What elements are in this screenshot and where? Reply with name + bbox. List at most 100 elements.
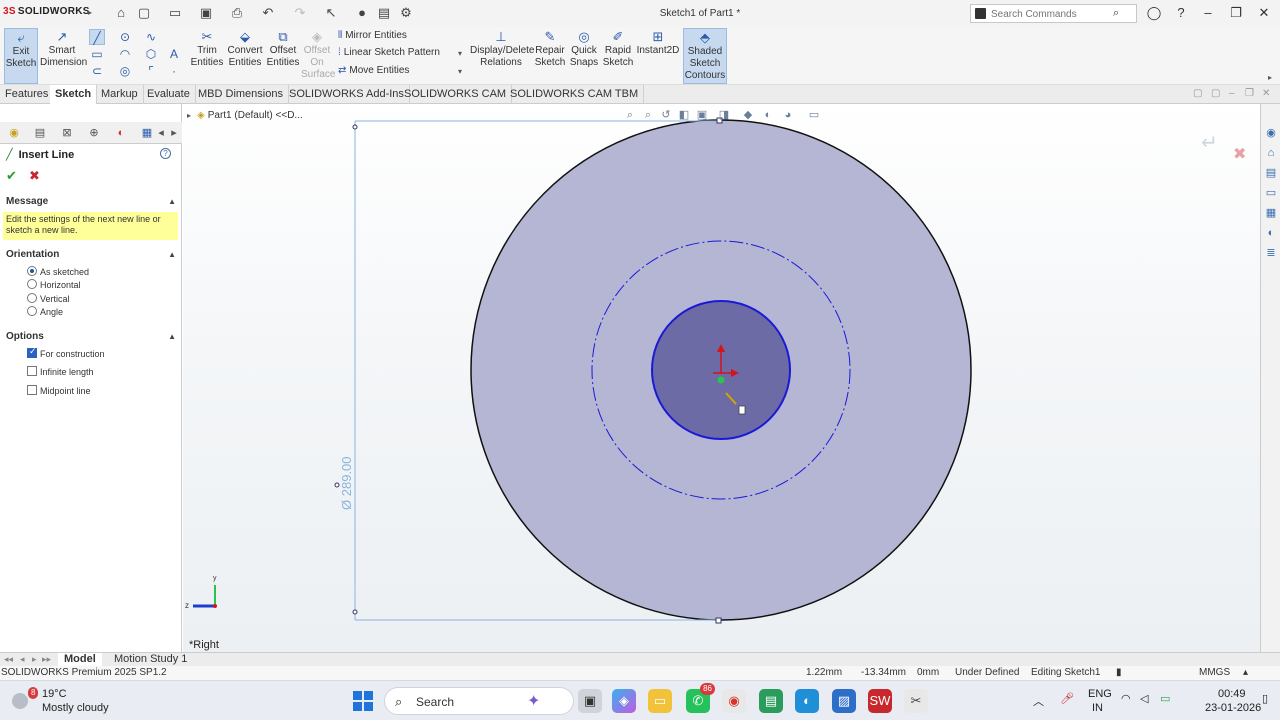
collapse-caret-icon[interactable]: ▲ (168, 247, 176, 263)
notifications-icon[interactable]: ▯ (1262, 692, 1268, 705)
configuration-manager-icon[interactable]: ⊠ (59, 125, 75, 141)
radio-angle[interactable]: Angle (27, 306, 63, 317)
search-commands-box[interactable]: ⌕ (970, 4, 1137, 23)
collapse-caret-icon[interactable]: ▲ (168, 329, 176, 345)
expand-arrow-icon[interactable]: ▸ (187, 111, 191, 120)
weather-icon[interactable]: 8 (8, 687, 39, 711)
message-group-header[interactable]: Message ▲ (0, 194, 182, 210)
user-account-icon[interactable]: ◯ (1146, 5, 1162, 21)
ellipse-tool-icon[interactable]: ◎ (117, 63, 133, 79)
instant2d-button[interactable]: ⊞ Instant2D (636, 28, 680, 84)
prev-tab-icon[interactable]: ◂ (20, 654, 25, 665)
previous-view-icon[interactable]: ↺ (659, 108, 673, 122)
check-infinite-length[interactable]: Infinite length (27, 366, 94, 377)
property-manager-icon[interactable]: ▤ (32, 125, 48, 141)
section-view-icon[interactable]: ◧ (677, 108, 691, 122)
redo-icon[interactable]: ↷ (292, 5, 308, 21)
photos-icon[interactable]: ▨ (832, 689, 856, 713)
design-library-icon[interactable]: ▤ (1264, 166, 1278, 180)
quadrant-marker-bottom[interactable] (715, 617, 722, 624)
file-explorer-icon[interactable]: ▭ (648, 689, 672, 713)
battery-icon[interactable]: ▭ (1160, 692, 1170, 705)
tab-solidworks-addins[interactable]: SOLIDWORKS Add-Ins (284, 85, 410, 104)
offset-entities-button[interactable]: ⧉ Offset Entities (266, 28, 300, 84)
file-explorer-icon[interactable]: ▭ (1264, 186, 1278, 200)
tab-motion-study-1[interactable]: Motion Study 1 (108, 653, 193, 667)
origin-point[interactable] (717, 376, 725, 384)
tray-overflow-icon[interactable]: ︿ (1033, 693, 1044, 709)
radio-dot[interactable] (27, 266, 37, 276)
linear-sketch-pattern-button[interactable]: ⁞ Linear Sketch Pattern (338, 47, 440, 58)
checkbox[interactable] (27, 366, 37, 376)
quick-snaps-button[interactable]: ◎ Quick Snaps (568, 28, 600, 84)
dimxpert-icon[interactable]: ⊕ (86, 125, 102, 141)
chrome-icon[interactable]: ◉ (722, 689, 746, 713)
smart-dimension-button[interactable]: ↗ Smart Dimension (40, 28, 87, 84)
doc-close-icon[interactable]: ✕ (1262, 88, 1270, 99)
zoom-area-icon[interactable]: ⌕ (641, 108, 655, 122)
slot-tool-icon[interactable]: ⊂ (89, 63, 105, 79)
confirmation-corner-accept-icon[interactable]: ↵ (1201, 130, 1218, 155)
radio-dot[interactable] (27, 279, 37, 289)
custom-properties-icon[interactable]: ≣ (1264, 246, 1278, 260)
wifi-icon[interactable]: ◠ (1121, 692, 1131, 705)
point-tool-icon[interactable]: · (166, 63, 182, 79)
feature-tree-flyout[interactable]: ▸ ◈ Part1 (Default) <<D... (187, 110, 303, 121)
doc-tile-icon[interactable]: ▢ (1193, 88, 1202, 99)
repair-sketch-button[interactable]: ✎ Repair Sketch (534, 28, 566, 84)
radio-vertical[interactable]: Vertical (27, 293, 70, 304)
tab-model[interactable]: Model (58, 653, 102, 667)
whatsapp-icon[interactable]: ✆ 86 (686, 683, 715, 713)
zoom-to-fit-icon[interactable]: ⌕ (623, 108, 637, 122)
pycharm-icon[interactable]: ▤ (759, 689, 783, 713)
print-icon[interactable]: ⎙ (229, 5, 245, 21)
pattern-dropdown-icon[interactable]: ▾ (458, 49, 462, 58)
radio-as-sketched[interactable]: As sketched (27, 266, 89, 277)
snipping-tool-icon[interactable]: ✂ (904, 689, 928, 713)
rapid-sketch-button[interactable]: ✐ Rapid Sketch (602, 28, 634, 84)
view-settings-icon[interactable]: ▭ (807, 108, 821, 122)
check-midpoint-line[interactable]: Midpoint line (27, 385, 91, 396)
first-tab-icon[interactable]: ◂◂ (4, 654, 13, 665)
copilot-icon[interactable]: ◈ (612, 689, 636, 713)
offset-on-surface-button[interactable]: ◈ Offset On Surface (301, 28, 335, 84)
help-icon[interactable]: ? (160, 148, 171, 159)
tabs-right-arrow-icon[interactable]: ▸ (166, 125, 182, 141)
solidworks-taskbar-icon[interactable]: SW (868, 689, 892, 713)
text-tool-icon[interactable]: A (166, 46, 182, 62)
task-view-icon[interactable]: ▣ (578, 689, 602, 713)
tab-solidworks-cam[interactable]: SOLIDWORKS CAM (399, 85, 513, 104)
weather-description[interactable]: Mostly cloudy (42, 702, 109, 714)
polygon-tool-icon[interactable]: ⬡ (143, 46, 159, 62)
confirmation-corner-cancel-icon[interactable]: ✖ (1233, 144, 1246, 164)
fillet-tool-icon[interactable]: ⌜ (143, 63, 159, 79)
rebuild-status-icon[interactable]: ▮ (1116, 667, 1122, 678)
taskbar-search-box[interactable]: ⌕ Search ✦ (384, 687, 574, 715)
language-primary[interactable]: ENG (1088, 688, 1112, 700)
file-properties-icon[interactable]: ▤ (376, 5, 392, 21)
doc-restore-icon[interactable]: ❐ (1245, 88, 1254, 99)
clock-date[interactable]: 23-01-2026 (1205, 702, 1261, 714)
radio-dot[interactable] (27, 306, 37, 316)
close-icon[interactable]: ✕ (1256, 5, 1272, 21)
edit-appearance-icon[interactable]: ◐ (761, 108, 775, 122)
tab-mbd-dimensions[interactable]: MBD Dimensions (193, 85, 289, 104)
solidworks-logo[interactable]: 3S SOLIDWORKS (3, 6, 90, 17)
help-icon[interactable]: ? (1173, 5, 1189, 20)
windows-start-icon[interactable] (353, 691, 373, 711)
new-document-icon[interactable]: ▢ (136, 5, 152, 21)
exit-sketch-button[interactable]: ⤶ Exit Sketch (4, 28, 38, 84)
restore-icon[interactable]: ❐ (1228, 5, 1244, 21)
ribbon-scroll-icon[interactable]: ▸ (1268, 73, 1272, 82)
radio-dot[interactable] (27, 293, 37, 303)
rebuild-icon[interactable]: ● (354, 5, 370, 21)
arc-tool-icon[interactable]: ◠ (117, 46, 133, 62)
endpoint-marker[interactable] (352, 609, 358, 615)
appearances-icon[interactable]: ◐ (1264, 226, 1278, 240)
edge-icon[interactable]: ◐ (795, 689, 819, 713)
shaded-sketch-contours-button[interactable]: ⬘ Shaded Sketch Contours (683, 28, 727, 84)
radio-horizontal[interactable]: Horizontal (27, 279, 81, 290)
display-style-icon[interactable]: ◨ (717, 108, 731, 122)
diameter-dimension-text[interactable]: Ø 289.00 (339, 456, 354, 510)
doc-cascade-icon[interactable]: ▢ (1211, 88, 1220, 99)
